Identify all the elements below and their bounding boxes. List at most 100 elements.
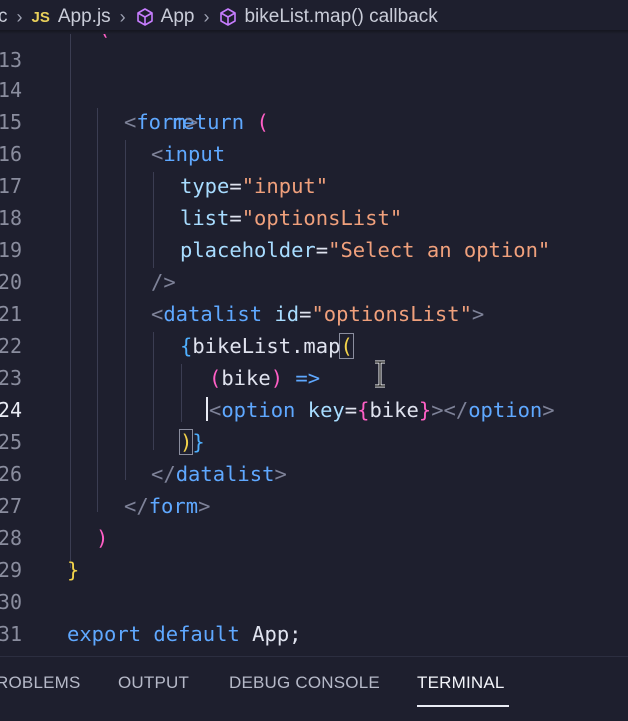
equals: = [315, 238, 329, 262]
code-line: 19 placeholder="Select an option" [0, 234, 628, 266]
equals: = [229, 206, 242, 230]
paren: ) [270, 366, 284, 390]
code-editor[interactable]: ( 13 14 return ( 15 <form> 16 <input 17 … [0, 34, 628, 656]
angle-bracket: > [471, 302, 485, 326]
angle-bracket: < [124, 110, 137, 134]
code-line: 27 </form> [0, 490, 628, 522]
code-line: 28 ) [0, 522, 628, 554]
identifier: App; [252, 622, 302, 646]
angle-bracket: < [151, 142, 164, 166]
angle-bracket: > [274, 462, 287, 486]
tab-debug-console[interactable]: DEBUG CONSOLE [229, 673, 380, 693]
breadcrumb-file-label: App.js [57, 6, 111, 27]
line-number: 29 [0, 558, 22, 582]
active-tab-indicator [417, 705, 509, 707]
line-number: 17 [0, 174, 22, 198]
brace: } [192, 430, 205, 454]
code-line: ( [0, 34, 628, 44]
paren: ( [209, 366, 222, 390]
code-line: 25 )} [0, 426, 628, 458]
string-literal: "optionsList" [311, 302, 472, 326]
angle-bracket: </ [151, 462, 176, 486]
breadcrumb-lead: c [0, 6, 8, 27]
bottom-panel: ROBLEMS OUTPUT DEBUG CONSOLE TERMINAL [0, 656, 628, 721]
paren: ) [178, 429, 194, 455]
jsx-attribute: key [307, 398, 345, 422]
equals: = [299, 302, 312, 326]
tab-terminal[interactable]: TERMINAL [417, 673, 505, 693]
line-number: 27 [0, 494, 22, 518]
jsx-tag: datalist [175, 462, 275, 486]
ibeam-cursor-icon [372, 360, 388, 393]
self-close: /> [151, 270, 176, 294]
code-line: 21 <datalist id="optionsList"> [0, 298, 628, 330]
angle-bracket: < [151, 302, 164, 326]
string-literal: "input" [241, 174, 329, 198]
code-line: 29 } [0, 554, 628, 586]
identifier: bike [369, 398, 419, 422]
line-number: 16 [0, 142, 22, 166]
jsx-attribute: id [274, 302, 300, 326]
jsx-attribute: type [180, 174, 230, 198]
tab-output[interactable]: OUTPUT [118, 673, 189, 693]
code-line: 13 [0, 44, 628, 76]
jsx-tag: form [148, 494, 199, 518]
line-number: 13 [0, 48, 22, 72]
keyword: default [153, 622, 240, 646]
code-line: 30 [0, 586, 628, 618]
jsx-tag: option [468, 398, 543, 422]
breadcrumb-component-label: App [160, 6, 195, 27]
brace: { [357, 398, 370, 422]
code-line-active: 24 <option key={bike}></option> [0, 394, 628, 426]
breadcrumb: c › JS App.js › App › bikeList.map() cal… [0, 0, 628, 34]
code-line: 16 <input [0, 138, 628, 170]
code-line: 15 <form> [0, 106, 628, 138]
line-number: 21 [0, 302, 22, 326]
arrow-operator: => [295, 366, 321, 390]
jsx-attribute: placeholder [180, 238, 316, 262]
tab-problems[interactable]: ROBLEMS [0, 673, 81, 693]
code-line: 14 return ( [0, 74, 628, 134]
breadcrumb-callback-label: bikeList.map() callback [244, 6, 438, 27]
line-number: 22 [0, 334, 22, 358]
code-line: 31 export default App; [0, 618, 628, 650]
brace: { [180, 334, 193, 358]
jsx-tag: datalist [163, 302, 263, 326]
line-number: 25 [0, 430, 22, 454]
javascript-file-icon: JS [31, 8, 50, 26]
string-literal: "optionsList" [241, 206, 403, 230]
cube-icon [218, 7, 238, 27]
line-number: 23 [0, 366, 22, 390]
line-number: 15 [0, 110, 22, 134]
arrow-param: bike [221, 366, 271, 390]
brace: } [67, 558, 80, 582]
chevron-right-icon: › [119, 6, 126, 27]
line-number: 19 [0, 238, 22, 262]
keyword: export [67, 622, 142, 646]
angle-bracket: > [542, 398, 555, 422]
brace: } [418, 398, 432, 422]
map-call: bikeList.map [192, 334, 341, 358]
angle-bracket: < [209, 398, 222, 422]
line-number: 28 [0, 526, 22, 550]
line-number: 26 [0, 462, 22, 486]
line-number: 18 [0, 206, 22, 230]
code-line: 20 /> [0, 266, 628, 298]
jsx-tag: form [136, 110, 186, 134]
breadcrumb-callback[interactable]: bikeList.map() callback [218, 6, 438, 28]
breadcrumb-file[interactable]: JS App.js [32, 6, 111, 28]
paren: ( [339, 333, 354, 359]
chevron-right-icon: › [203, 6, 210, 27]
code-line: 18 list="optionsList" [0, 202, 628, 234]
breadcrumb-component[interactable]: App [135, 6, 195, 28]
jsx-tag: input [163, 142, 226, 166]
text-caret [206, 397, 208, 421]
code-fragment: ( [98, 34, 110, 44]
equals: = [229, 174, 242, 198]
jsx-tag: option [221, 398, 296, 422]
line-number: 14 [0, 78, 22, 102]
line-number: 20 [0, 270, 22, 294]
line-number: 31 [0, 622, 22, 646]
equals: = [344, 398, 358, 422]
code-line: 22 {bikeList.map( [0, 330, 628, 362]
